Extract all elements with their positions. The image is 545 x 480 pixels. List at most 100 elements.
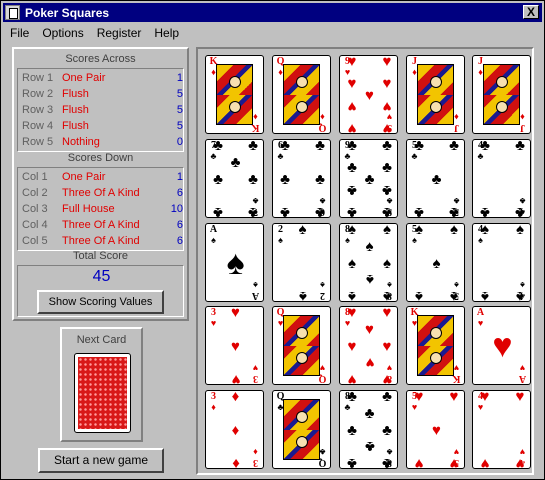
col-score: Col 3 Full House 10 [22,202,183,218]
suit-pip-icon: ♥ [382,55,392,70]
suit-pip-icon: ♣ [230,153,241,171]
scores-across-title: Scores Across [65,53,136,65]
row-hand: Flush [62,104,89,116]
card-r1-c5[interactable]: J ♦ J ♦ [472,55,531,134]
card-r5-c4[interactable]: 5 ♥ 5 ♥ ♥ ♥ ♥ ♥ ♥ [406,390,465,469]
suit-pip-icon: ♣ [248,204,258,218]
row-hand: Nothing [62,136,100,148]
queen-face-picture [283,315,320,376]
row-points: 0 [176,136,183,148]
row-label: Row 1 [22,72,54,84]
suit-pip-icon: ♠ [415,288,423,302]
suit-pip-icon: ♠ [365,271,374,289]
suit-pip-icon: ♥ [382,371,392,385]
suit-pip-icon: ♥ [231,306,240,321]
suit-pip-icon: ♥ [414,455,424,469]
suit-pip-icon: ♥ [365,354,374,372]
row-score: Row 5 Nothing 0 [22,135,183,151]
card-r3-c2[interactable]: 2 ♠ 2 ♠ ♠ ♠ [272,223,331,302]
card-r5-c3[interactable]: 8 ♣ 8 ♣ ♣ ♣ ♣ ♣ ♣ ♣ ♣ ♣ [339,390,398,469]
row-label: Row 5 [22,136,54,148]
card-rank: A [209,224,218,235]
card-rank: 3 [253,457,258,468]
row-label: Row 2 [22,88,54,100]
card-r3-c5[interactable]: 4 ♠ 4 ♠ ♠ ♠ ♠ ♠ [472,223,531,302]
menu-file[interactable]: File [3,26,35,40]
jack-face-picture [483,64,520,125]
col-points: 10 [170,203,183,215]
suit-pip-icon: ♣ [449,204,459,218]
card-r2-c2[interactable]: 6 ♣ 6 ♣ ♣ ♣ ♣ ♣ ♣ ♣ [272,139,331,218]
card-r1-c2[interactable]: Q ♦ Q ♦ [272,55,331,134]
card-r5-c2[interactable]: Q ♣ Q ♣ [272,390,331,469]
col-score: Col 2 Three Of A Kind 6 [22,186,183,202]
suit-pip-icon: ♦ [231,455,240,469]
suit-pip-icon: ♠ [298,288,307,302]
card-r4-c2[interactable]: Q ♥ Q ♥ [272,306,331,385]
suit-pip-icon: ♣ [213,170,223,188]
suit-pip-icon: ♠ [481,223,489,238]
close-button[interactable]: X [523,5,539,19]
suit-pip-icon: ♥ [382,75,392,93]
suit-pip-icon: ♣ [431,170,442,188]
menu-options[interactable]: Options [35,26,89,40]
suit-pip-icon: ♥ [347,337,357,355]
card-r4-c3[interactable]: 8 ♥ 8 ♥ ♥ ♥ ♥ ♥ ♥ ♥ ♥ ♥ [339,306,398,385]
suit-pip-icon: ♥ [414,390,424,405]
suit-pip-icon: ♥ [480,390,490,405]
app-card-icon[interactable] [5,5,20,20]
card-r4-c1[interactable]: 3 ♥ 3 ♥ ♥ ♥ ♥ [205,306,264,385]
suit-pip-icon: ♥ [347,371,357,385]
show-scoring-button[interactable]: Show Scoring Values [37,290,164,314]
suit-pip-icon: ♠ [415,223,423,238]
suit-pip-icon: ♥ [347,120,357,134]
row-points: 1 [176,72,183,84]
row-score: Row 2 Flush 5 [22,87,183,103]
suit-pip-icon: ♥ [449,390,459,405]
suit-pip-icon: ♠ [450,223,458,238]
card-r3-c4[interactable]: 5 ♠ 5 ♠ ♠ ♠ ♠ ♠ ♠ [406,223,465,302]
col-label: Col 2 [22,187,48,199]
col-hand: Three Of A Kind [62,219,140,231]
row-score: Row 1 One Pair 1 [22,71,183,87]
suit-pip-icon: ♣ [414,204,424,218]
card-r5-c1[interactable]: 3 ♦ 3 ♦ ♦ ♦ ♦ [205,390,264,469]
card-r1-c4[interactable]: J ♦ J ♦ [406,55,465,134]
suit-pip-icon: ♣ [248,139,258,154]
menu-help[interactable]: Help [147,26,185,40]
col-hand: Full House [62,203,115,215]
suit-pip-icon: ♠ [348,254,356,272]
ace-suit-icon: ♥ [492,326,513,365]
card-grid: K ♦ K ♦ Q ♦ Q ♦ 9 ♥ 9 ♥ ♥ ♥ ♥ ♥ ♥ ♥ ♥ ♥ ♥ J ♦ J ♦ J ♦ J ♦ 7 ♣ 7 ♣ ♣ ♣ ♣ ♣ ♣ ♣ ♣… [196,47,534,475]
card-r3-c1[interactable]: A ♠ A ♠ ♠ [205,223,264,302]
card-r5-c5[interactable]: 4 ♥ 4 ♥ ♥ ♥ ♥ ♥ [472,390,531,469]
card-r2-c1[interactable]: 7 ♣ 7 ♣ ♣ ♣ ♣ ♣ ♣ ♣ ♣ [205,139,264,218]
suit-pip-icon: ♦ [231,421,240,439]
suit-pip-icon: ♣ [382,159,392,177]
suit-pip-icon: ♥ [515,455,525,469]
new-game-button[interactable]: Start a new game [38,448,164,473]
row-score: Row 3 Flush 5 [22,103,183,119]
king-face-picture [417,315,454,376]
card-r3-c3[interactable]: 8 ♠ 8 ♠ ♠ ♠ ♠ ♠ ♠ ♠ ♠ ♠ [339,223,398,302]
suit-pip-icon: ♣ [414,139,424,154]
card-r1-c3[interactable]: 9 ♥ 9 ♥ ♥ ♥ ♥ ♥ ♥ ♥ ♥ ♥ ♥ [339,55,398,134]
suit-pip-icon: ♣ [364,404,375,422]
menu-bar: File Options Register Help [3,23,542,42]
card-r1-c1[interactable]: K ♦ K ♦ [205,55,264,134]
suit-pip-icon: ♠ [481,288,489,302]
card-r2-c4[interactable]: 5 ♣ 5 ♣ ♣ ♣ ♣ ♣ ♣ [406,139,465,218]
suit-pip-icon: ♠ [516,288,524,302]
card-r2-c5[interactable]: 4 ♣ 4 ♣ ♣ ♣ ♣ ♣ [472,139,531,218]
row-points: 5 [176,88,183,100]
menu-register[interactable]: Register [90,26,148,40]
card-r4-c5[interactable]: A ♥ A ♥ ♥ [472,306,531,385]
suit-pip-icon: ♣ [315,170,325,188]
col-points: 6 [176,187,183,199]
col-points: 6 [176,219,183,231]
card-r4-c4[interactable]: K ♥ K ♥ [406,306,465,385]
next-card-back[interactable] [74,353,131,433]
suit-pip-icon: ♥ [231,337,240,355]
col-hand: Three Of A Kind [62,235,140,247]
card-r2-c3[interactable]: 9 ♣ 9 ♣ ♣ ♣ ♣ ♣ ♣ ♣ ♣ ♣ ♣ [339,139,398,218]
